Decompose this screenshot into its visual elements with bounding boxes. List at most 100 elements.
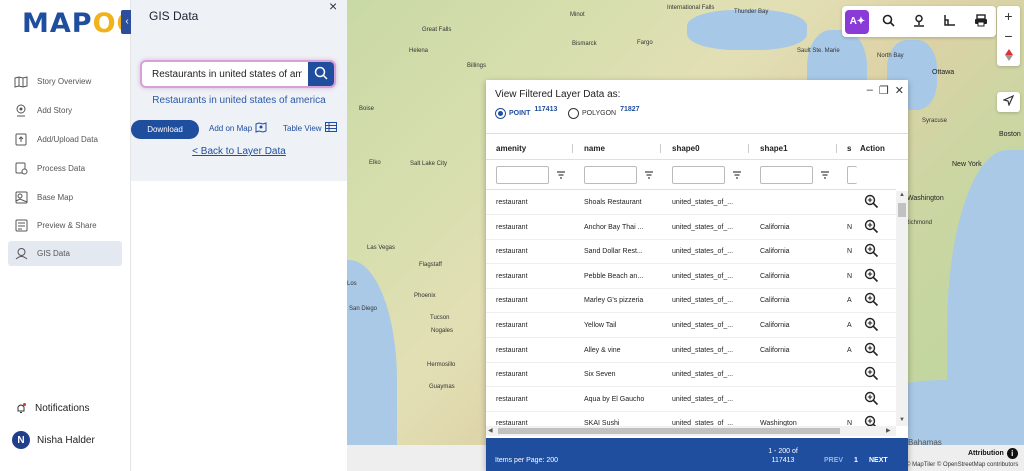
- zoom-to-feature-icon[interactable]: [864, 415, 879, 426]
- radio-selected-icon: [495, 108, 506, 119]
- search-input[interactable]: [152, 62, 302, 86]
- ai-tool-button[interactable]: A✦: [845, 9, 870, 34]
- zoom-to-feature-icon[interactable]: [864, 317, 879, 334]
- filter-input-name[interactable]: [584, 166, 637, 184]
- download-button[interactable]: Download: [131, 120, 199, 139]
- zoom-to-feature-icon[interactable]: [864, 219, 879, 236]
- scroll-up-icon[interactable]: ▲: [899, 192, 905, 198]
- table-row[interactable]: restaurant Anchor Bay Thai ... united_stat…: [486, 216, 896, 240]
- zoom-to-feature-icon[interactable]: [864, 268, 879, 285]
- location-button[interactable]: [907, 10, 931, 34]
- items-per-page[interactable]: Items per Page: 200: [495, 457, 558, 464]
- table-row[interactable]: restaurant Pebble Beach an... united_state…: [486, 265, 896, 289]
- city-label: Tucson: [430, 315, 450, 321]
- zoom-to-feature-icon[interactable]: [864, 292, 879, 309]
- back-to-layer-data-link[interactable]: < Back to Layer Data: [131, 146, 347, 157]
- sidebar-item-preview-share[interactable]: Preview & Share: [8, 213, 122, 238]
- next-page-button[interactable]: NEXT: [869, 457, 888, 464]
- sidebar-item-add-upload-data[interactable]: Add/Upload Data: [8, 127, 122, 152]
- city-label: Billings: [467, 63, 487, 69]
- attribution-button[interactable]: Attribution i: [968, 448, 1018, 459]
- scroll-left-icon[interactable]: ◀: [488, 427, 493, 434]
- column-divider[interactable]: [572, 144, 573, 153]
- search-map-button[interactable]: [876, 10, 900, 34]
- notifications-button[interactable]: Notifications: [15, 402, 89, 414]
- zoom-out-button[interactable]: −: [997, 26, 1020, 46]
- table-row[interactable]: restaurant SKAI Sushi united_states_of_...…: [486, 412, 896, 426]
- scrollbar-thumb[interactable]: [898, 203, 906, 217]
- table-view-button[interactable]: Table View: [283, 122, 337, 134]
- current-page-number[interactable]: 1: [854, 457, 858, 464]
- navigate-button[interactable]: [997, 92, 1020, 112]
- sidebar-item-add-story[interactable]: Add Story: [8, 98, 122, 123]
- column-divider[interactable]: [748, 144, 749, 153]
- user-profile[interactable]: N Nisha Halder: [12, 431, 95, 449]
- zoom-to-feature-icon[interactable]: [864, 391, 879, 408]
- process-icon: [14, 162, 28, 175]
- map-icon: [14, 75, 28, 88]
- horizontal-scrollbar[interactable]: ◀ ▶: [486, 426, 896, 436]
- vertical-scrollbar[interactable]: ▲ ▼: [896, 191, 908, 426]
- column-header-action: Action: [860, 144, 885, 153]
- sidebar-item-process-data[interactable]: Process Data: [8, 156, 122, 181]
- zoom-in-button[interactable]: +: [997, 6, 1020, 26]
- filter-input-s[interactable]: [847, 166, 857, 184]
- zoom-to-feature-icon[interactable]: [864, 243, 879, 260]
- filter-input-amenity[interactable]: [496, 166, 549, 184]
- column-header-s[interactable]: s: [847, 144, 851, 153]
- column-header-shape0[interactable]: shape0: [672, 144, 700, 153]
- table-row[interactable]: restaurant Yellow Tail united_states_of_..…: [486, 314, 896, 338]
- minimize-icon[interactable]: –: [867, 84, 873, 97]
- maximize-icon[interactable]: ❐: [879, 84, 889, 97]
- table-cell: A: [847, 322, 852, 329]
- zoom-to-feature-icon[interactable]: [864, 342, 879, 359]
- city-label: International Falls: [667, 5, 715, 11]
- polygon-radio[interactable]: POLYGON 71827: [568, 106, 640, 119]
- table-row[interactable]: restaurant Six Seven united_states_of_...: [486, 363, 896, 388]
- sidebar-item-story-overview[interactable]: Story Overview: [8, 69, 122, 94]
- search-button[interactable]: [308, 62, 334, 86]
- column-divider[interactable]: [660, 144, 661, 153]
- point-radio[interactable]: POINT 117413: [495, 106, 557, 119]
- filter-input-shape1[interactable]: [760, 166, 813, 184]
- close-panel-button[interactable]: ×: [329, 0, 337, 14]
- filter-input-shape0[interactable]: [672, 166, 725, 184]
- scrollbar-thumb[interactable]: [498, 428, 840, 434]
- filter-icon[interactable]: [556, 169, 566, 179]
- table-cell: Sand Dollar Rest...: [584, 248, 643, 256]
- table-row[interactable]: restaurant Aqua by El Gaucho united_states…: [486, 388, 896, 412]
- table-cell: united_states_of_...: [672, 297, 734, 305]
- table-row[interactable]: restaurant Alley & vine united_states_of_.…: [486, 339, 896, 363]
- zoom-to-feature-icon[interactable]: [864, 194, 879, 211]
- column-divider[interactable]: [836, 144, 837, 153]
- scroll-down-icon[interactable]: ▼: [899, 417, 905, 423]
- prev-page-button[interactable]: PREV: [824, 457, 843, 464]
- close-icon[interactable]: ✕: [895, 84, 904, 97]
- measure-button[interactable]: [938, 10, 962, 34]
- city-label: Los: [347, 281, 357, 287]
- filter-icon[interactable]: [644, 169, 654, 179]
- print-button[interactable]: [969, 10, 993, 34]
- sidebar-item-base-map[interactable]: Base Map: [8, 185, 122, 210]
- table-icon: [324, 122, 337, 134]
- city-label: Flagstaff: [419, 262, 442, 268]
- sidebar-item-gis-data[interactable]: GIS Data: [8, 241, 122, 266]
- table-cell: Alley & vine: [584, 346, 621, 354]
- add-on-map-button[interactable]: Add on Map: [209, 122, 267, 135]
- table-row[interactable]: restaurant Marley G's pizzeria united_stat…: [486, 289, 896, 314]
- scroll-right-icon[interactable]: ▶: [886, 427, 891, 434]
- column-header-shape1[interactable]: shape1: [760, 144, 788, 153]
- reset-north-button[interactable]: [997, 46, 1020, 66]
- table-row[interactable]: restaurant Shoals Restaurant united_states…: [486, 191, 896, 215]
- filter-icon[interactable]: [732, 169, 742, 179]
- measure-icon: [943, 14, 956, 30]
- column-header-name[interactable]: name: [584, 144, 605, 153]
- table-row[interactable]: restaurant Sand Dollar Rest... united_stat…: [486, 240, 896, 265]
- column-header-amenity[interactable]: amenity: [496, 144, 526, 153]
- city-label: Washington: [907, 195, 944, 202]
- filter-icon[interactable]: [820, 169, 830, 179]
- zoom-to-feature-icon[interactable]: [864, 366, 879, 383]
- search-result-label[interactable]: Restaurants in united states of america: [131, 95, 347, 106]
- city-label: New York: [952, 161, 982, 168]
- page-range-total: 117413: [771, 457, 795, 464]
